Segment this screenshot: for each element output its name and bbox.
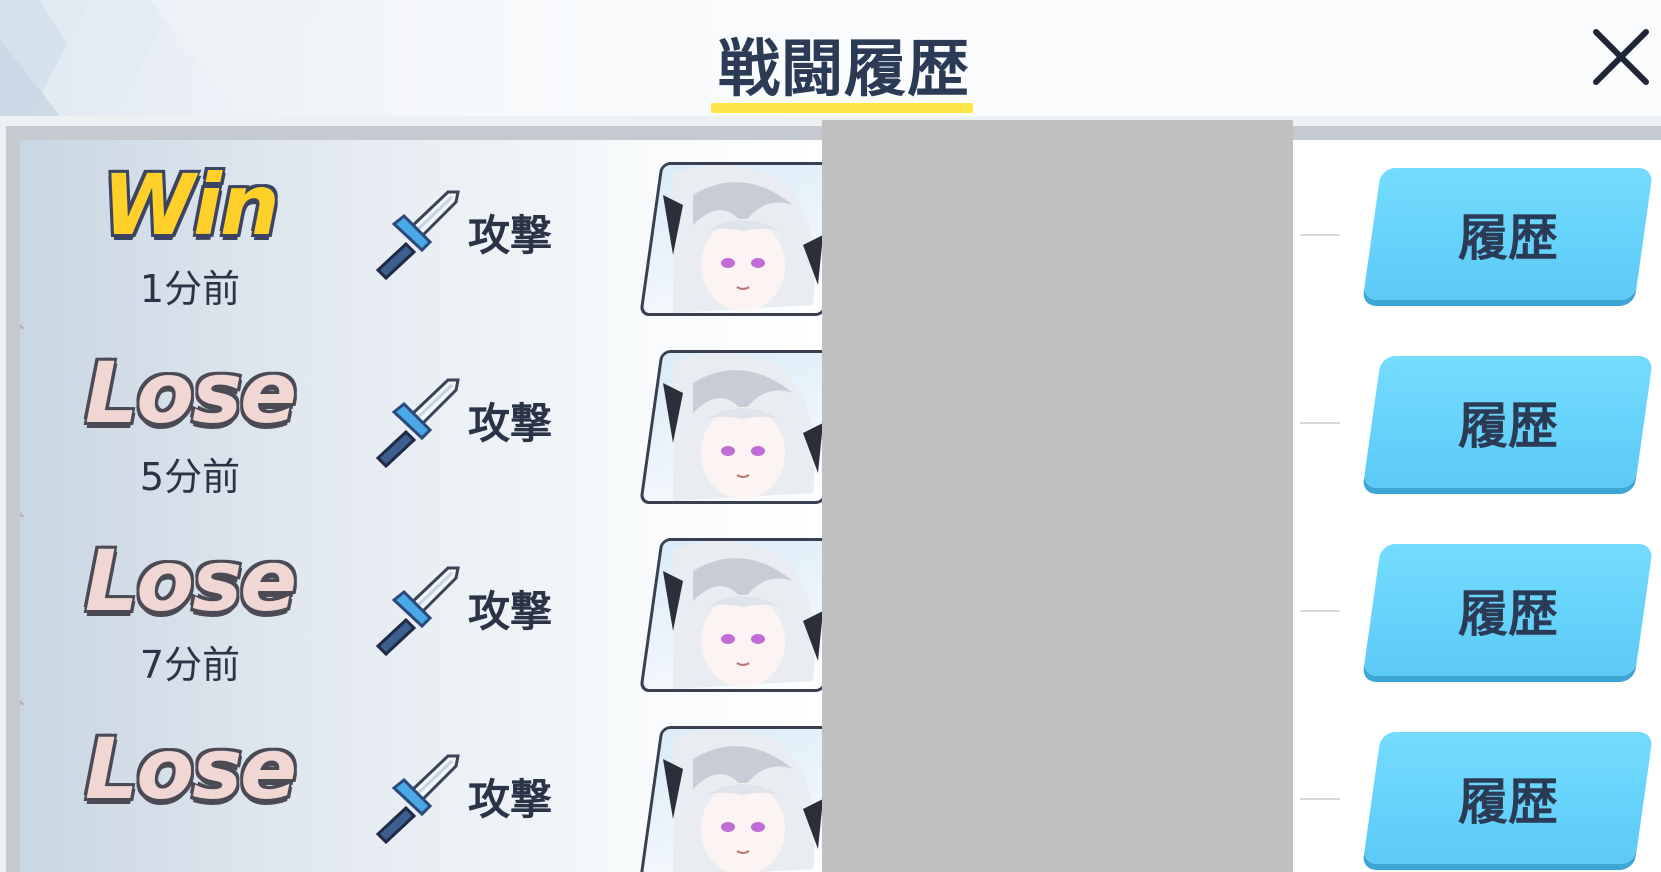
row-divider — [1300, 422, 1340, 424]
battle-type: 攻撃 — [468, 775, 553, 824]
result-label: Win — [102, 156, 279, 254]
sword-icon — [375, 754, 460, 845]
opponent-avatar — [639, 538, 847, 692]
header-pattern — [0, 0, 320, 116]
title-underline — [711, 103, 973, 113]
character-portrait — [663, 165, 823, 313]
header-bar: 戦闘履歴 — [0, 0, 1661, 116]
history-button[interactable]: 履歴 — [1362, 356, 1654, 488]
close-button[interactable] — [1588, 24, 1654, 90]
opponent-avatar — [639, 162, 847, 316]
row-divider — [1300, 234, 1340, 236]
sword-icon — [375, 378, 460, 469]
close-icon — [1593, 29, 1649, 85]
history-button[interactable]: 履歴 — [1362, 732, 1654, 864]
character-portrait — [663, 353, 823, 501]
sword-icon — [375, 190, 460, 281]
row-divider — [1300, 798, 1340, 800]
opponent-avatar — [639, 350, 847, 504]
character-portrait — [663, 729, 823, 872]
history-button-label: 履歴 — [1458, 773, 1558, 831]
history-button[interactable]: 履歴 — [1362, 544, 1654, 676]
battle-type: 攻撃 — [468, 587, 553, 636]
battle-time: 5分前 — [139, 455, 241, 499]
history-button-label: 履歴 — [1458, 209, 1558, 267]
battle-time: 1分前 — [139, 267, 241, 311]
row-divider — [1300, 610, 1340, 612]
result-label: Lose — [84, 532, 297, 630]
battle-type: 攻撃 — [468, 399, 553, 448]
page-title: 戦闘履歴 — [717, 32, 970, 105]
character-portrait — [663, 541, 823, 689]
history-button[interactable]: 履歴 — [1362, 168, 1654, 300]
history-button-label: 履歴 — [1458, 585, 1558, 643]
opponent-avatar — [639, 726, 847, 872]
history-button-label: 履歴 — [1458, 397, 1558, 455]
result-label: Lose — [84, 720, 297, 818]
battle-time: 7分前 — [139, 643, 241, 687]
redacted-area — [822, 120, 1293, 872]
sword-icon — [375, 566, 460, 657]
battle-type: 攻撃 — [468, 211, 553, 260]
result-label: Lose — [84, 344, 297, 442]
